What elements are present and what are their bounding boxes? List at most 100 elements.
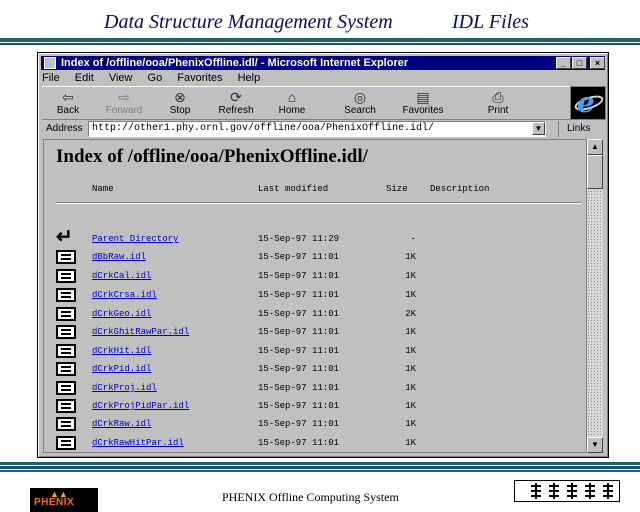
forward-arrow-icon: ⇨ — [118, 89, 130, 105]
home-icon: ⌂ — [287, 89, 297, 105]
column-name[interactable]: Name — [92, 184, 114, 194]
menu-bar: File Edit View Go Favorites Help — [42, 71, 272, 85]
slide-title-left: Data Structure Management System — [104, 11, 393, 33]
detector-column — [585, 483, 595, 499]
file-link[interactable]: dCrkGeo.idl — [92, 309, 151, 319]
detector-diagram-icon — [514, 480, 620, 502]
menu-help[interactable]: Help — [238, 72, 261, 84]
stop-button[interactable]: ⊗ Stop — [154, 87, 206, 121]
index-heading: Index of /offline/ooa/PhenixOffline.idl/ — [56, 146, 368, 167]
file-size: - — [410, 234, 416, 244]
favorites-button[interactable]: ▤ Favorites — [392, 87, 454, 121]
file-date: 15-Sep-97 11:01 — [258, 327, 340, 337]
scroll-up-icon[interactable]: ▲ — [587, 139, 603, 155]
home-label: Home — [278, 105, 306, 116]
menu-favorites[interactable]: Favorites — [177, 72, 222, 84]
file-size: 1K — [405, 290, 416, 300]
browser-window: Index of /offline/ooa/PhenixOffline.idl/… — [37, 52, 609, 458]
text-file-icon — [56, 307, 76, 321]
file-size: 1K — [405, 364, 416, 374]
back-icon: ↵ — [56, 226, 73, 248]
favorites-icon: ▤ — [416, 89, 430, 105]
links-button[interactable]: Links — [558, 121, 602, 137]
file-date: 15-Sep-97 11:01 — [258, 419, 340, 429]
address-input[interactable]: http://other1.phy.ornl.gov/offline/ooa/P… — [88, 121, 546, 137]
back-arrow-icon: ⇦ — [62, 89, 74, 105]
file-row: dCrkHit.idl 15-Sep-97 11:01 1K — [44, 344, 584, 362]
file-date: 15-Sep-97 11:01 — [258, 401, 340, 411]
file-link[interactable]: dCrkRawHitPar.idl — [92, 438, 184, 448]
close-button[interactable]: × — [590, 57, 605, 69]
file-size: 1K — [405, 419, 416, 429]
file-row: dCrkCrsa.idl 15-Sep-97 11:01 1K — [44, 288, 584, 306]
menu-view[interactable]: View — [109, 72, 133, 84]
file-row: dCrkGeo.idl 15-Sep-97 11:01 2K — [44, 307, 584, 325]
file-date: 15-Sep-97 11:01 — [258, 271, 340, 281]
scroll-thumb[interactable] — [587, 155, 603, 189]
slide-title-right: IDL Files — [452, 11, 529, 33]
stop-label: Stop — [169, 105, 191, 116]
window-title: Index of /offline/ooa/PhenixOffline.idl/… — [61, 57, 409, 69]
file-date: 15-Sep-97 11:01 — [258, 438, 340, 448]
toolbar: ⇦ Back ⇨ Forward ⊗ Stop ⟳ Refresh ⌂ Home… — [42, 86, 586, 120]
minimize-button[interactable]: _ — [556, 57, 571, 69]
back-label: Back — [56, 105, 80, 116]
ie-logo-icon: e — [570, 86, 606, 120]
text-file-icon — [56, 399, 76, 413]
search-label: Search — [344, 105, 376, 116]
text-file-icon — [56, 269, 76, 283]
address-label: Address — [46, 123, 83, 134]
file-size: 1K — [405, 271, 416, 281]
address-bar: Address http://other1.phy.ornl.gov/offli… — [42, 121, 606, 137]
file-link[interactable]: dCrkRaw.idl — [92, 419, 151, 429]
text-file-icon — [56, 362, 76, 376]
file-link[interactable]: dCrkCrsa.idl — [92, 290, 157, 300]
file-date: 15-Sep-97 11:01 — [258, 346, 340, 356]
maximize-button[interactable]: □ — [572, 57, 587, 69]
file-date: 15-Sep-97 11:01 — [258, 383, 340, 393]
file-link[interactable]: dCrkProjPidPar.idl — [92, 401, 189, 411]
file-row: dCrkRaw.idl 15-Sep-97 11:01 1K — [44, 417, 584, 435]
column-last-modified[interactable]: Last modified — [258, 184, 328, 194]
refresh-button[interactable]: ⟳ Refresh — [210, 87, 262, 121]
file-size: 1K — [405, 346, 416, 356]
text-file-icon — [56, 417, 76, 431]
home-button[interactable]: ⌂ Home — [266, 87, 318, 121]
phenix-logo: ▲▲ PHENIX — [30, 488, 98, 512]
menu-file[interactable]: File — [42, 72, 60, 84]
file-date: 15-Sep-97 11:01 — [258, 309, 340, 319]
file-link[interactable]: dCrkProj.idl — [92, 383, 157, 393]
text-file-icon — [56, 381, 76, 395]
file-link[interactable]: dCrkCal.idl — [92, 271, 151, 281]
favorites-label: Favorites — [402, 105, 444, 116]
refresh-icon: ⟳ — [230, 89, 242, 105]
file-link[interactable]: dBbRaw.idl — [92, 252, 146, 262]
parent-directory-link[interactable]: Parent Directory — [92, 234, 178, 244]
file-link[interactable]: dCrkGhitRawPar.idl — [92, 327, 189, 337]
forward-button[interactable]: ⇨ Forward — [98, 87, 150, 121]
column-description[interactable]: Description — [430, 184, 489, 194]
footer-rule-thin — [0, 466, 640, 469]
vertical-scrollbar[interactable]: ▲ ▼ — [587, 139, 603, 453]
file-row: dCrkRawHitPar.idl 15-Sep-97 11:01 1K — [44, 436, 584, 452]
ie-window-icon[interactable] — [44, 57, 56, 69]
back-button[interactable]: ⇦ Back — [42, 87, 94, 121]
text-file-icon — [56, 436, 76, 450]
menu-edit[interactable]: Edit — [75, 72, 94, 84]
file-row: dCrkPid.idl 15-Sep-97 11:01 1K — [44, 362, 584, 380]
print-button[interactable]: ⎙ Print — [472, 87, 524, 121]
file-link[interactable]: dCrkPid.idl — [92, 364, 151, 374]
file-size: 1K — [405, 327, 416, 337]
file-link[interactable]: dCrkHit.idl — [92, 346, 151, 356]
scroll-down-icon[interactable]: ▼ — [587, 437, 603, 453]
detector-column — [549, 483, 559, 499]
column-size[interactable]: Size — [386, 184, 408, 194]
address-dropdown-icon[interactable]: ▼ — [532, 122, 545, 135]
text-file-icon — [56, 344, 76, 358]
file-row: dCrkGhitRawPar.idl 15-Sep-97 11:01 1K — [44, 325, 584, 343]
window-titlebar[interactable]: Index of /offline/ooa/PhenixOffline.idl/… — [41, 56, 605, 70]
text-file-icon — [56, 325, 76, 339]
file-row: dCrkProj.idl 15-Sep-97 11:01 1K — [44, 381, 584, 399]
menu-go[interactable]: Go — [148, 72, 163, 84]
search-button[interactable]: ◎ Search — [334, 87, 386, 121]
